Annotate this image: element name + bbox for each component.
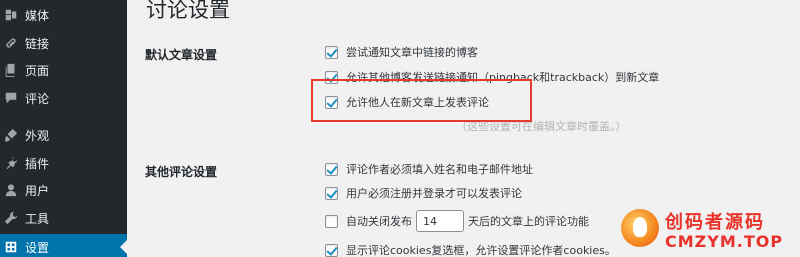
section-label-other-comment: 其他评论设置 [145,165,218,179]
sidebar-item-comments[interactable]: 评论 [0,85,127,111]
sidebar-item-media[interactable]: 媒体 [0,2,127,28]
page-title: 讨论设置 [146,0,230,22]
watermark-logo: 创码者源码 CMZYM.TOP [621,206,797,255]
sidebar-item-label: 工具 [25,211,50,226]
allow-comments-checkbox[interactable] [325,95,338,109]
option-close-comments[interactable]: 自动关闭发布 天后的文章上的评论功能 [325,210,589,232]
link-icon [4,36,18,50]
option-label: 评论作者必须填入姓名和电子邮件地址 [346,163,533,176]
attempt-notify-checkbox[interactable] [325,45,338,59]
settings-icon [4,240,18,254]
cookies-opt-in-checkbox[interactable] [325,243,338,257]
sidebar-item-label: 链接 [25,36,50,51]
section-label-default-article: 默认文章设置 [145,48,218,62]
option-require-registration[interactable]: 用户必须注册并登录才可以发表评论 [325,185,522,201]
override-note: （这些设置可在编辑文章时覆盖。） [456,120,627,133]
sidebar-item-tools[interactable]: 工具 [0,205,127,231]
sidebar-item-label: 外观 [25,128,50,143]
close-comments-days-input[interactable] [416,210,464,232]
option-cookies-opt-in[interactable]: 显示评论cookies复选框，允许设置评论作者cookies。 [325,242,616,257]
close-comments-checkbox[interactable] [325,214,338,228]
sidebar-item-label: 用户 [25,183,50,198]
plugin-icon [4,156,18,170]
sidebar-item-label: 媒体 [25,8,50,23]
comment-icon [4,91,18,105]
option-require-name-email[interactable]: 评论作者必须填入姓名和电子邮件地址 [325,161,533,177]
option-label: 尝试通知文章中链接的博客 [346,46,478,59]
media-icon [4,8,18,22]
option-label: 允许其他博客发送链接通知（pingback和trackback）到新文章 [346,71,660,84]
allow-pingbacks-checkbox[interactable] [325,70,338,84]
require-registration-checkbox[interactable] [325,186,338,200]
page-icon [4,63,18,77]
option-attempt-notify[interactable]: 尝试通知文章中链接的博客 [325,44,478,60]
sidebar-item-label: 页面 [25,63,50,78]
sidebar-item-pages[interactable]: 页面 [0,57,127,83]
flame-logo-icon [621,209,659,247]
appearance-brush-icon [4,128,18,142]
watermark-text-cn: 创码者源码 [665,212,765,233]
option-label: 允许他人在新文章上发表评论 [346,96,489,109]
sidebar-item-label: 设置 [25,240,50,255]
sidebar-item-settings[interactable]: 设置 [0,234,127,257]
sidebar-item-label: 评论 [25,91,50,106]
require-name-email-checkbox[interactable] [325,162,338,176]
option-label: 用户必须注册并登录才可以发表评论 [346,187,522,200]
sidebar-item-users[interactable]: 用户 [0,177,127,203]
sidebar-item-label: 插件 [25,156,50,171]
sidebar-item-appearance[interactable]: 外观 [0,122,127,148]
sidebar-item-plugins[interactable]: 插件 [0,150,127,176]
option-label: 显示评论cookies复选框，允许设置评论作者cookies。 [346,244,616,257]
wrench-icon [4,211,18,225]
option-label-before: 自动关闭发布 [346,215,412,228]
sidebar-item-links[interactable]: 链接 [0,30,127,56]
user-icon [4,183,18,197]
option-label-after: 天后的文章上的评论功能 [468,215,589,228]
option-allow-pingbacks[interactable]: 允许其他博客发送链接通知（pingback和trackback）到新文章 [325,69,659,85]
option-allow-comments[interactable]: 允许他人在新文章上发表评论 [325,94,489,110]
watermark-text-en: CMZYM.TOP [665,232,784,251]
admin-sidebar: 媒体 链接 页面 评论 外观 插件 用户 工具 设置 [0,0,127,257]
